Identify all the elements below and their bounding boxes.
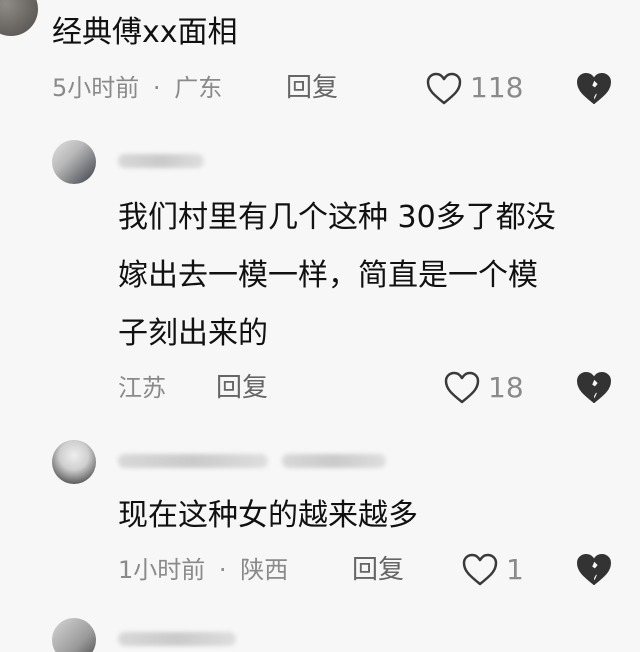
comment-text-line-3: 子刻出来的 [118, 316, 268, 351]
heart-outline-icon[interactable] [460, 550, 500, 590]
comment-text-line-1: 我们村里有几个这种 30多了都没 [118, 200, 556, 235]
comment-text: 经典傅xx面相 [52, 15, 238, 50]
comment-location: 陕西 [240, 556, 289, 584]
comment-location: 江苏 [118, 374, 166, 402]
reply-button[interactable]: 回复 [216, 370, 268, 406]
comment-meta: 5小时前 · 广东 [52, 70, 222, 106]
comments-screen: 经典傅xx面相 5小时前 · 广东 回复 118 我们村里有几个这种 30多了都… [0, 0, 640, 652]
heart-outline-icon[interactable] [424, 69, 464, 109]
comment-text-line-2: 嫁出去一模一样，简直是一个模 [118, 258, 538, 293]
avatar[interactable] [52, 140, 96, 184]
blurred-username [118, 454, 268, 468]
comment-time: 5小时前 [52, 74, 140, 102]
blurred-username [118, 632, 236, 646]
like-count: 18 [488, 371, 524, 404]
broken-heart-icon[interactable] [574, 69, 614, 109]
heart-outline-icon[interactable] [442, 368, 482, 408]
reply-button[interactable]: 回复 [352, 552, 404, 588]
meta-separator: · [152, 74, 161, 102]
reply-target-blurred-username [282, 454, 386, 468]
like-count: 1 [506, 553, 524, 586]
avatar[interactable] [52, 618, 96, 652]
comment-location: 广东 [174, 74, 223, 102]
reply-button[interactable]: 回复 [286, 70, 338, 106]
comment-text: 现在这种女的越来越多 [118, 498, 418, 533]
blurred-username [118, 154, 204, 168]
like-count: 118 [470, 71, 524, 104]
avatar[interactable] [0, 0, 38, 36]
avatar[interactable] [52, 440, 96, 484]
meta-separator: · [218, 556, 227, 584]
broken-heart-icon[interactable] [574, 550, 614, 590]
comment-time: 1小时前 [118, 556, 206, 584]
comment-meta: 1小时前 · 陕西 [118, 552, 288, 588]
broken-heart-icon[interactable] [574, 368, 614, 408]
